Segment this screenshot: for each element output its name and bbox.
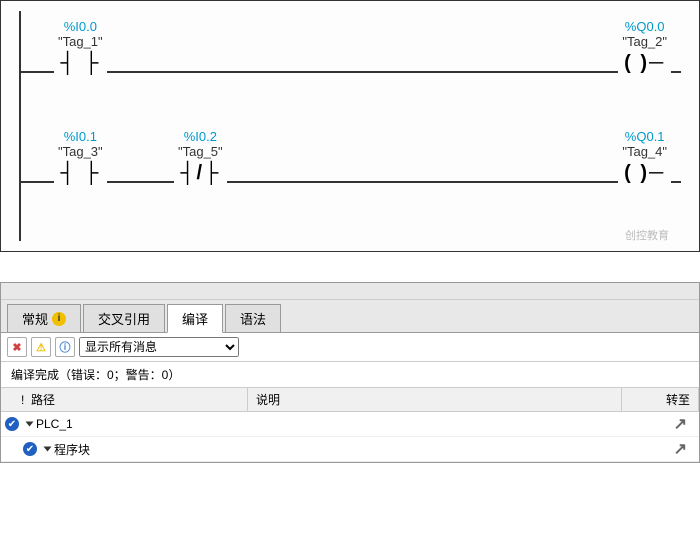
coil-address: %Q0.1 [622, 129, 667, 144]
contact-no-tag1[interactable]: %I0.0 "Tag_1" ┤ ├ [54, 19, 107, 73]
contact-name: "Tag_1" [58, 34, 103, 49]
contact-name: "Tag_3" [58, 144, 103, 159]
th-desc[interactable]: 说明 [248, 388, 622, 411]
watermark: 创控教育 [625, 227, 669, 243]
nc-contact-symbol: ┤/├ [178, 163, 223, 183]
coil-tag4[interactable]: %Q0.1 "Tag_4" ( )─ [618, 129, 671, 183]
tab-label: 语法 [240, 309, 266, 328]
table-header: ! 路径 说明 转至 [1, 388, 699, 412]
output-panel: 常规 i 交叉引用 编译 语法 ✖ ⚠ ⓘ 显示所有消息 编译完成（错误：0；警… [0, 282, 700, 463]
tab-compile[interactable]: 编译 [167, 304, 223, 333]
expand-icon[interactable] [44, 447, 52, 452]
row-label: 程序块 [54, 441, 90, 458]
tab-general[interactable]: 常规 i [7, 304, 81, 332]
coil-symbol: ( )─ [622, 163, 667, 183]
coil-symbol: ( )─ [622, 53, 667, 73]
coil-name: "Tag_2" [622, 34, 667, 49]
info-icon: i [52, 312, 66, 326]
filter-error-button[interactable]: ✖ [7, 337, 27, 357]
toolbar: ✖ ⚠ ⓘ 显示所有消息 [1, 333, 699, 362]
compile-status: 编译完成（错误：0；警告：0） [1, 362, 699, 388]
table-row[interactable]: ✔ 程序块 ↗ [1, 437, 699, 462]
coil-tag2[interactable]: %Q0.0 "Tag_2" ( )─ [618, 19, 671, 73]
no-contact-symbol: ┤ ├ [58, 163, 103, 183]
filter-info-button[interactable]: ⓘ [55, 337, 75, 357]
goto-arrow-icon[interactable]: ↗ [674, 439, 687, 459]
th-path[interactable]: ! 路径 [1, 388, 248, 411]
expand-icon[interactable] [26, 422, 34, 427]
tab-syntax[interactable]: 语法 [225, 304, 281, 332]
tab-crossref[interactable]: 交叉引用 [83, 304, 165, 332]
tab-label: 交叉引用 [98, 309, 150, 328]
message-filter-select[interactable]: 显示所有消息 [79, 337, 239, 357]
contact-no-tag3[interactable]: %I0.1 "Tag_3" ┤ ├ [54, 129, 107, 183]
rung-2[interactable]: %I0.1 "Tag_3" ┤ ├ %I0.2 "Tag_5" ┤/├ %Q0.… [9, 121, 691, 211]
contact-nc-tag5[interactable]: %I0.2 "Tag_5" ┤/├ [174, 129, 227, 183]
no-contact-symbol: ┤ ├ [58, 53, 103, 73]
contact-address: %I0.1 [58, 129, 103, 144]
table-row[interactable]: ✔ PLC_1 ↗ [1, 412, 699, 437]
rung-1[interactable]: %I0.0 "Tag_1" ┤ ├ %Q0.0 "Tag_2" ( )─ [9, 11, 691, 101]
row-label: PLC_1 [36, 417, 73, 431]
filter-warning-button[interactable]: ⚠ [31, 337, 51, 357]
check-icon: ✔ [23, 442, 37, 456]
contact-address: %I0.0 [58, 19, 103, 34]
tab-label: 编译 [182, 309, 208, 328]
th-goto[interactable]: 转至 [622, 388, 699, 411]
check-icon: ✔ [5, 417, 19, 431]
goto-arrow-icon[interactable]: ↗ [674, 414, 687, 434]
coil-name: "Tag_4" [622, 144, 667, 159]
tab-label: 常规 [22, 309, 48, 328]
message-table: ! 路径 说明 转至 ✔ PLC_1 ↗ ✔ 程序块 ↗ [1, 388, 699, 462]
drag-bar[interactable] [1, 283, 699, 300]
ladder-diagram: %I0.0 "Tag_1" ┤ ├ %Q0.0 "Tag_2" ( )─ %I0… [0, 0, 700, 252]
contact-address: %I0.2 [178, 129, 223, 144]
tab-bar: 常规 i 交叉引用 编译 语法 [1, 300, 699, 333]
contact-name: "Tag_5" [178, 144, 223, 159]
coil-address: %Q0.0 [622, 19, 667, 34]
